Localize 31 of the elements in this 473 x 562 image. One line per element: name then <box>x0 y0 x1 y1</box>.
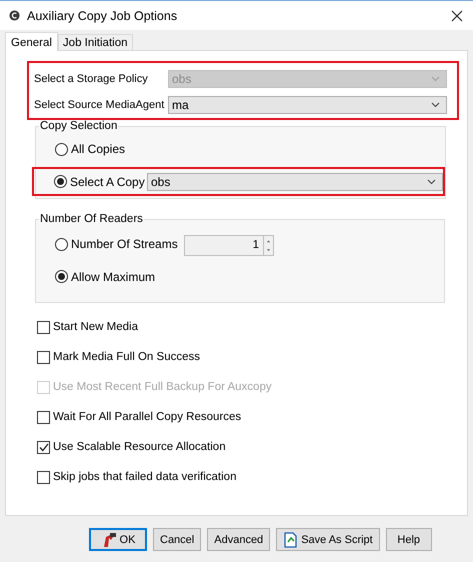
chevron-down-icon <box>431 102 440 108</box>
dialog-button[interactable]: Help <box>386 528 432 551</box>
group-title: Copy Selection <box>39 120 118 132</box>
chevron-down-icon <box>427 178 436 184</box>
dialog-button[interactable]: Advanced <box>207 528 270 551</box>
script-icon <box>283 532 298 548</box>
number-spinner[interactable]: 1 <box>184 235 274 256</box>
radio-button[interactable]: All Copies <box>55 142 126 156</box>
chevron-down-icon <box>431 76 440 82</box>
checkbox[interactable]: Use Scalable Resource Allocation <box>37 440 226 454</box>
dialog-button[interactable]: Save As Script <box>276 528 380 551</box>
tab[interactable]: Job Initiation <box>58 34 132 50</box>
radio-button[interactable]: Select A Copy <box>54 174 145 189</box>
app-icon <box>9 10 20 21</box>
group-title: Number Of Readers <box>39 213 144 225</box>
dropdown[interactable]: obs <box>147 172 443 190</box>
field-label: Select Source MediaAgent <box>34 99 166 111</box>
close-icon[interactable] <box>451 10 463 22</box>
window-title: Auxiliary Copy Job Options <box>27 8 178 22</box>
dropdown[interactable]: ma <box>168 96 447 114</box>
checkbox[interactable]: Start New Media <box>37 320 138 334</box>
dialog-button[interactable]: OK <box>89 528 147 551</box>
checkbox[interactable]: Wait For All Parallel Copy Resources <box>37 410 242 424</box>
checkmark-icon <box>38 442 48 452</box>
radio-button[interactable]: Allow Maximum <box>55 270 156 284</box>
field-label: Select a Storage Policy <box>34 73 149 85</box>
checkbox[interactable]: Skip jobs that failed data verification <box>37 470 236 484</box>
radio-button[interactable]: Number Of Streams <box>55 237 178 252</box>
dialog-button[interactable]: Cancel <box>153 528 202 551</box>
tab[interactable]: General <box>5 32 58 51</box>
checkbox[interactable]: Mark Media Full On Success <box>37 350 200 364</box>
